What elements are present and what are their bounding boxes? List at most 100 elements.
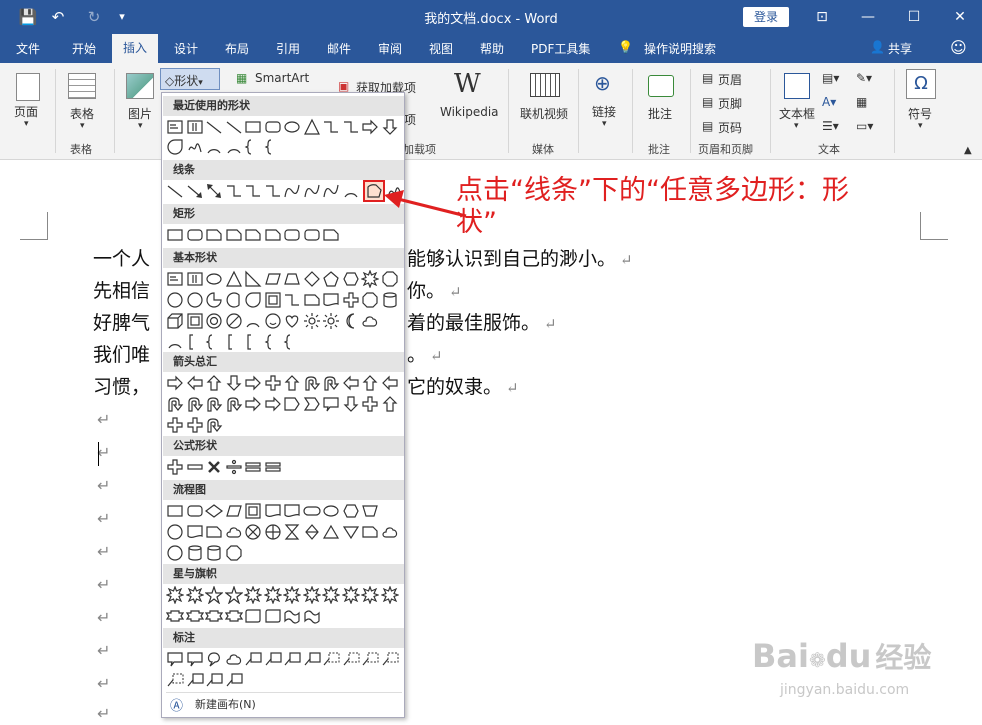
shape-darrowb-icon[interactable] <box>342 395 360 413</box>
shape-rarrow-icon[interactable] <box>244 395 262 413</box>
shape-cloud-icon[interactable] <box>225 650 243 668</box>
shape-brace-icon[interactable] <box>205 333 223 351</box>
shape-circ-icon[interactable] <box>186 291 204 309</box>
shape-vtbox-icon[interactable] <box>186 270 204 288</box>
shape-star8-icon[interactable] <box>322 586 340 604</box>
shape-snip-icon[interactable] <box>225 226 243 244</box>
wordart-icon[interactable]: A▾ <box>822 95 836 109</box>
shape-rarrow-icon[interactable] <box>361 118 379 136</box>
shape-line-icon[interactable] <box>205 118 223 136</box>
shape-star8-icon[interactable] <box>283 586 301 604</box>
shape-dcallout-icon[interactable] <box>166 671 184 689</box>
shape-star8-icon[interactable] <box>166 586 184 604</box>
shape-lcallout-icon[interactable] <box>205 671 223 689</box>
shape-tri-icon[interactable] <box>225 270 243 288</box>
shape-brace-icon[interactable] <box>264 333 282 351</box>
shape-snip-icon[interactable] <box>264 226 282 244</box>
shape-rect-icon[interactable] <box>166 226 184 244</box>
tab-references[interactable]: 引用 <box>276 40 300 57</box>
paragraph-line-tail[interactable]: 它的奴隶。 ↵ <box>407 372 519 399</box>
shape-donut-icon[interactable] <box>205 312 223 330</box>
shape-arc-icon[interactable] <box>205 138 223 156</box>
shape-hex-icon[interactable] <box>342 502 360 520</box>
paragraph-line[interactable]: 习惯， <box>93 372 150 399</box>
shape-para-icon[interactable] <box>225 502 243 520</box>
shape-larrow-icon[interactable] <box>381 374 399 392</box>
shape-callout-icon[interactable] <box>166 650 184 668</box>
shape-elbow-icon[interactable] <box>342 118 360 136</box>
shape-tri-icon[interactable] <box>303 118 321 136</box>
shape-equal-icon[interactable] <box>244 458 262 476</box>
shape-uturn-icon[interactable] <box>303 374 321 392</box>
minimize-icon[interactable]: — <box>856 7 880 27</box>
shape-larrow-icon[interactable] <box>186 374 204 392</box>
shape-term-icon[interactable] <box>302 502 321 520</box>
shape-frame-icon[interactable] <box>264 291 282 309</box>
tab-view[interactable]: 视图 <box>429 40 453 57</box>
shape-chevron-icon[interactable] <box>303 395 321 413</box>
paragraph-line-tail[interactable]: 能够认识到自己的渺小。 ↵ <box>407 244 633 271</box>
shape-dcallout-icon[interactable] <box>361 650 379 668</box>
shape-oct-icon[interactable] <box>361 291 379 309</box>
shape-uarrow-icon[interactable] <box>361 374 379 392</box>
shape-uarrow-icon[interactable] <box>381 395 399 413</box>
shape-star5-icon[interactable] <box>205 586 223 604</box>
shape-noentry-icon[interactable] <box>225 312 243 330</box>
shape-rrect-icon[interactable] <box>283 226 301 244</box>
shape-hex-icon[interactable] <box>342 270 360 288</box>
shape-plus-icon[interactable] <box>264 374 282 392</box>
shape-curve-icon[interactable] <box>283 182 301 200</box>
shape-rrect-icon[interactable] <box>186 502 204 520</box>
shape-plus-icon[interactable] <box>342 291 360 309</box>
smartart-button[interactable]: SmartArt <box>255 71 309 85</box>
shape-darrowb-icon[interactable] <box>381 118 399 136</box>
shape-pentarrow-icon[interactable] <box>283 395 301 413</box>
my-addins-button[interactable]: 项 <box>404 111 416 128</box>
shape-lcallout-icon[interactable] <box>283 650 301 668</box>
close-icon[interactable]: ✕ <box>948 7 972 27</box>
shape-darrowb-icon[interactable] <box>225 374 243 392</box>
tab-mailings[interactable]: 邮件 <box>327 40 351 57</box>
shape-doc-icon[interactable] <box>186 523 204 541</box>
shape-larrow-icon[interactable] <box>342 374 360 392</box>
paragraph-line-tail[interactable]: 着的最佳服饰。 ↵ <box>407 308 557 335</box>
shape-uarrow-icon[interactable] <box>283 374 301 392</box>
shape-arc-icon[interactable] <box>244 312 262 330</box>
comment-button[interactable]: 批注 <box>648 105 672 122</box>
shape-snip-icon[interactable] <box>303 291 321 309</box>
shape-pent-icon[interactable] <box>322 270 340 288</box>
shape-snip-icon[interactable] <box>205 226 223 244</box>
shape-elbow-icon[interactable] <box>225 182 243 200</box>
shape-uturn-icon[interactable] <box>225 395 243 413</box>
shape-star8-icon[interactable] <box>361 270 379 288</box>
shape-curve-icon[interactable] <box>303 182 321 200</box>
wikipedia-button[interactable]: Wikipedia <box>440 105 499 119</box>
paragraph-line-tail[interactable]: 你。 ↵ <box>407 276 462 303</box>
shape-circ-icon[interactable] <box>166 523 184 541</box>
shape-rect-icon[interactable] <box>244 118 262 136</box>
shape-vtbox-icon[interactable] <box>186 118 204 136</box>
shape-elbow-icon[interactable] <box>283 291 301 309</box>
shape-sort-icon[interactable] <box>303 523 321 541</box>
shape-equal-icon[interactable] <box>264 458 282 476</box>
shape-star8-icon[interactable] <box>380 586 399 604</box>
shape-cyl-icon[interactable] <box>186 544 204 562</box>
shape-star8-icon[interactable] <box>302 586 321 604</box>
shape-frame-icon[interactable] <box>186 312 204 330</box>
shape-arc-icon[interactable] <box>225 138 243 156</box>
shape-dcallout-icon[interactable] <box>322 650 340 668</box>
shape-rrect-icon[interactable] <box>186 226 204 244</box>
shape-doc-icon[interactable] <box>283 502 301 520</box>
shape-cyl-icon[interactable] <box>205 544 223 562</box>
shape-star5-icon[interactable] <box>224 586 243 604</box>
symbol-button[interactable]: 符号 <box>908 105 932 122</box>
shape-orj-icon[interactable] <box>264 523 282 541</box>
shape-teardrop-icon[interactable] <box>244 291 262 309</box>
shape-teardrop-icon[interactable] <box>166 138 184 156</box>
shape-cloud-icon[interactable] <box>225 523 243 541</box>
tab-layout[interactable]: 布局 <box>225 40 249 57</box>
tab-help[interactable]: 帮助 <box>480 40 504 57</box>
shape-cloud-icon[interactable] <box>361 312 379 330</box>
shape-decision-icon[interactable] <box>205 502 223 520</box>
footer-button[interactable]: 页脚 <box>718 95 742 112</box>
